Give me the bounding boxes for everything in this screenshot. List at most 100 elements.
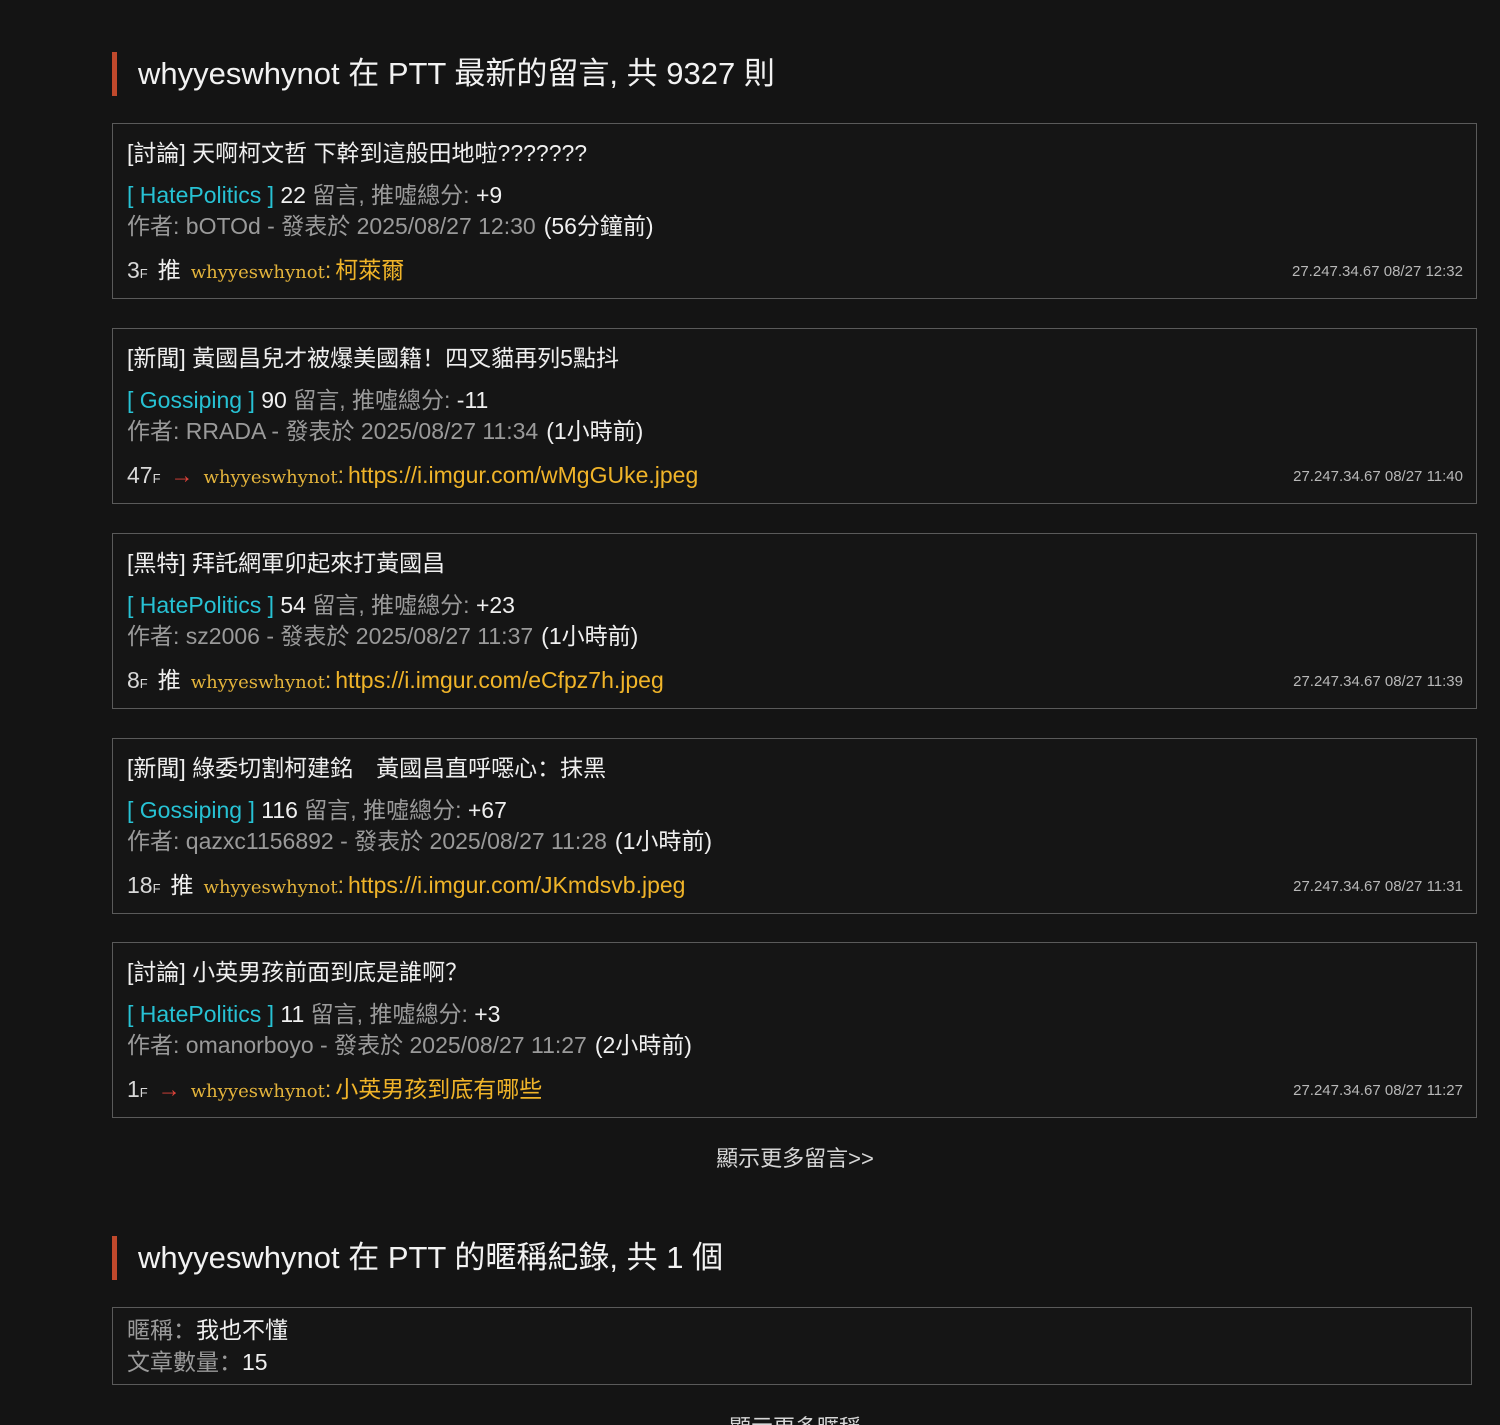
comment-count: 9327 [666,56,736,91]
comment-count: 11 [280,1001,305,1027]
push-score: +67 [467,797,507,823]
comment-count: 22 [280,182,306,208]
nickname-label: 暱稱： [127,1317,196,1343]
post-card[interactable]: [黑特] 拜託網軍卯起來打黃國昌 [ HatePolitics ] 54 留言,… [112,533,1477,709]
board-link[interactable]: [ Gossiping ] [127,797,255,823]
post-card[interactable]: [新聞] 黃國昌兒才被爆美國籍！四叉貓再列5點抖 [ Gossiping ] 9… [112,328,1477,504]
reply-text[interactable]: https://i.imgur.com/wMgGUke.jpeg [348,462,698,488]
relative-time: (2小時前) [594,1032,692,1058]
post-title[interactable]: [新聞] 黃國昌兒才被爆美國籍！四叉貓再列5點抖 [127,343,619,373]
push-tag: 推 [170,872,194,898]
push-score: -11 [456,387,489,413]
reply-ip-date: 27.247.34.67 08/27 11:39 [1293,673,1463,690]
board-link[interactable]: [ HatePolitics ] [127,592,274,618]
author-name[interactable]: omanorboyo [186,1032,314,1058]
reply-ip-date: 27.247.34.67 08/27 12:32 [1292,263,1463,280]
nickname-count: 1 [666,1240,684,1275]
comments-unit-label: 留言, 推噓總分: [286,387,457,413]
posted-at-label: - 發表於 [265,418,361,444]
arrow-tag: → [170,462,194,488]
reply-username: whyyeswhynot [203,877,338,898]
show-more-nicknames-link[interactable]: 顯示更多暱稱 [0,1410,1500,1425]
author-name[interactable]: RRADA [186,418,265,444]
user-reply: 47F → whyyeswhynot: https://i.imgur.com/wMg… [127,460,698,494]
post-author-line: 作者: RRADA - 發表於 2025/08/27 11:34 (1小時前) [127,416,643,446]
comment-count: 116 [261,797,298,823]
push-tag: 推 [157,257,181,283]
reply-text[interactable]: 小英男孩到底有哪些 [335,1076,542,1102]
post-stats: [ HatePolitics ] 54 留言, 推噓總分: +23 [127,590,515,620]
reply-text[interactable]: 柯萊爾 [335,257,404,283]
article-count-row: 文章數量：15 [127,1347,268,1377]
author-prefix: 作者: [127,828,186,854]
reply-ip-date: 27.247.34.67 08/27 11:27 [1293,1082,1463,1099]
relative-time: (56分鐘前) [543,213,654,239]
nickname-section-title: whyyeswhynot 在 PTT 的暱稱紀錄, 共 1 個 [112,1236,723,1280]
post-card[interactable]: [討論] 天啊柯文哲 下幹到這般田地啦??????? [ HatePolitic… [112,123,1477,299]
floor-suffix: F [152,881,161,896]
reply-colon: : [324,1076,332,1102]
user-reply: 3F 推 whyyeswhynot: 柯萊爾 [127,255,404,289]
arrow-tag: → [157,1076,181,1102]
floor-suffix: F [139,676,148,691]
author-prefix: 作者: [127,1032,186,1058]
relative-time: (1小時前) [614,828,713,854]
post-datetime: 2025/08/27 11:27 [409,1032,587,1058]
post-datetime: 2025/08/27 12:30 [356,213,536,239]
post-card[interactable]: [新聞] 綠委切割柯建銘 黃國昌直呼噁心：抹黑 [ Gossiping ] 11… [112,738,1477,914]
show-more-comments-link[interactable]: 顯示更多留言>> [0,1141,1500,1173]
post-author-line: 作者: qazxc1156892 - 發表於 2025/08/27 11:28 (… [127,826,712,856]
board-link[interactable]: [ HatePolitics ] [127,182,274,208]
title-username: whyyeswhynot [138,56,340,91]
post-author-line: 作者: bOTOd - 發表於 2025/08/27 12:30 (56分鐘前) [127,211,654,241]
post-title[interactable]: [討論] 小英男孩前面到底是誰啊？ [127,957,468,987]
posted-at-label: - 發表於 [333,828,430,854]
post-card[interactable]: [討論] 小英男孩前面到底是誰啊？ [ HatePolitics ] 11 留言… [112,942,1477,1118]
author-name[interactable]: qazxc1156892 [186,828,334,854]
reply-colon: : [337,462,344,488]
post-title[interactable]: [討論] 天啊柯文哲 下幹到這般田地啦??????? [127,138,587,168]
floor-number: 3 [127,257,140,283]
article-count-value: 15 [242,1349,268,1375]
reply-colon: : [337,872,344,898]
post-stats: [ Gossiping ] 90 留言, 推噓總分: -11 [127,385,488,415]
title-middle: 在 PTT 的暱稱紀錄, 共 [339,1240,667,1275]
board-link[interactable]: [ Gossiping ] [127,387,255,413]
title-middle: 在 PTT 最新的留言, 共 [339,56,667,91]
floor-number: 1 [127,1076,140,1102]
comments-section-title: whyyeswhynot 在 PTT 最新的留言, 共 9327 則 [112,52,775,96]
push-tag: 推 [157,667,181,693]
board-link[interactable]: [ HatePolitics ] [127,1001,274,1027]
post-author-line: 作者: omanorboyo - 發表於 2025/08/27 11:27 (2小… [127,1030,692,1060]
post-title[interactable]: [新聞] 綠委切割柯建銘 黃國昌直呼噁心：抹黑 [127,753,606,783]
user-reply: 18F 推 whyyeswhynot: https://i.imgur.com/JKm… [127,870,685,904]
reply-colon: : [324,667,332,693]
reply-text[interactable]: https://i.imgur.com/eCfpz7h.jpeg [335,667,664,693]
post-stats: [ HatePolitics ] 11 留言, 推噓總分: +3 [127,999,500,1029]
title-username: whyyeswhynot [138,1240,340,1275]
reply-username: whyyeswhynot [190,672,325,693]
user-reply: 8F 推 whyyeswhynot: https://i.imgur.com/eCfp… [127,665,664,699]
post-stats: [ HatePolitics ] 22 留言, 推噓總分: +9 [127,180,502,210]
page: whyyeswhynot 在 PTT 最新的留言, 共 9327 則 [討論] … [0,0,1500,1425]
author-name[interactable]: bOTOd [186,213,261,239]
comments-unit-label: 留言, 推噓總分: [305,592,476,618]
nickname-row: 暱稱：我也不懂 [127,1315,288,1345]
reply-text[interactable]: https://i.imgur.com/JKmdsvb.jpeg [348,872,685,898]
floor-number: 47 [127,462,153,488]
author-prefix: 作者: [127,213,186,239]
title-suffix: 個 [683,1240,724,1275]
post-stats: [ Gossiping ] 116 留言, 推噓總分: +67 [127,795,507,825]
posted-at-label: - 發表於 [313,1032,410,1058]
post-datetime: 2025/08/27 11:28 [429,828,607,854]
post-title[interactable]: [黑特] 拜託網軍卯起來打黃國昌 [127,548,445,578]
comment-count: 90 [261,387,287,413]
floor-suffix: F [139,266,148,281]
author-name[interactable]: sz2006 [186,623,260,649]
floor-number: 8 [127,667,140,693]
floor-number: 18 [127,872,153,898]
reply-ip-date: 27.247.34.67 08/27 11:31 [1293,878,1463,895]
floor-suffix: F [139,1085,148,1100]
relative-time: (1小時前) [546,418,644,444]
comments-unit-label: 留言, 推噓總分: [297,797,468,823]
